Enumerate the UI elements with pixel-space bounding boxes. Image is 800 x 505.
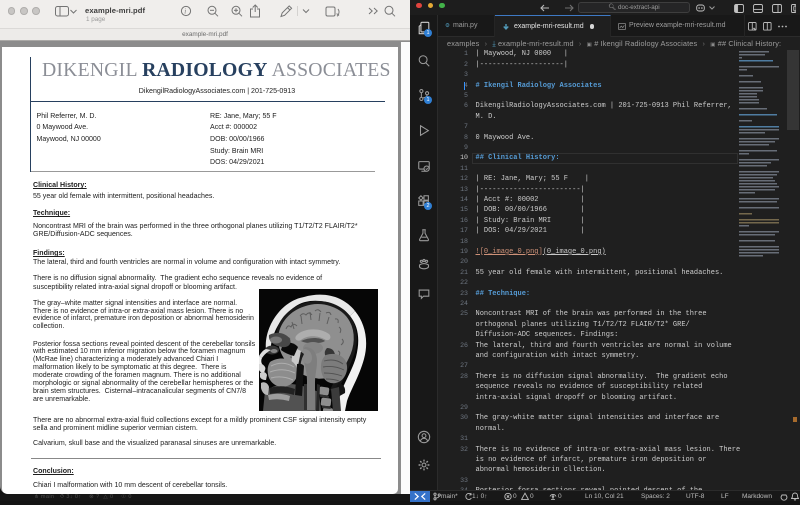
svg-text:i: i	[184, 8, 186, 16]
